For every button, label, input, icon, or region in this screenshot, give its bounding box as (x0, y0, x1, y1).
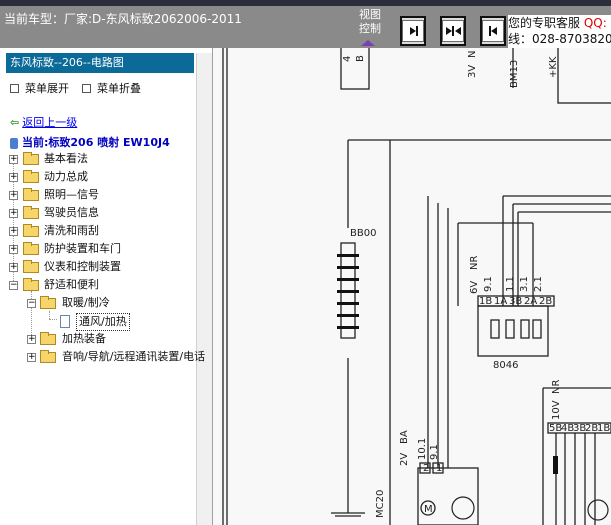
pin-label: 2B (539, 296, 552, 307)
label-ba: BA (399, 430, 410, 444)
pin-label: 3.1 (519, 276, 530, 292)
folder-icon (23, 170, 39, 183)
arrow-left-icon (482, 20, 504, 42)
pin-label: 9.1 (483, 276, 494, 292)
label-mc20: MC20 (375, 490, 386, 518)
menu-icon (82, 83, 91, 93)
service-phone: 线：028-87038200 (508, 32, 611, 46)
expand-icon: + (27, 334, 36, 344)
label-bm13: BM13 (509, 60, 520, 88)
folder-icon (40, 332, 56, 345)
collapse-icon: − (9, 280, 18, 290)
label-8046: 8046 (493, 360, 518, 371)
expand-icon: + (9, 154, 18, 164)
label-kk: +KK (548, 56, 559, 78)
label-6v: 6V (469, 281, 480, 294)
wiring-diagram: 4 B 3V N BM13 +KK BB00 6V NR 9.1 1.1 3.1… (222, 48, 611, 525)
pin-label: 2A (524, 296, 537, 307)
customer-service-info: 您的专职客服 QQ: 线：028-87038200 (508, 15, 611, 48)
open-folder-icon (40, 296, 56, 309)
window-top-strip (0, 0, 611, 6)
sidebar: 东风标致--206--电路图 菜单展开 菜单折叠 ⇦ 返回上一级 当前:标致206… (0, 48, 213, 525)
arrows-inward-icon (442, 20, 464, 42)
expand-icon: + (9, 190, 18, 200)
top-toolbar: 当前车型：厂家:D-东风标致2062006-2011 视图 控制 您的专职客服 … (0, 0, 611, 48)
pin-label: 1A (494, 296, 507, 307)
label-nr2: NR (551, 380, 562, 394)
previous-page-button[interactable] (480, 16, 506, 46)
folder-icon (23, 242, 39, 255)
label-10v: 10V (551, 400, 562, 420)
expand-icon: + (9, 226, 18, 236)
view-control-label: 视图 控制 (359, 8, 381, 35)
folder-icon (23, 206, 39, 219)
resistor-icon (553, 456, 558, 474)
arrow-right-icon (402, 20, 424, 42)
label-nr: NR (469, 256, 480, 270)
folder-icon (23, 260, 39, 273)
expand-icon: + (27, 352, 36, 362)
label-9-1: 9.1 (429, 444, 440, 460)
view-control-indicator-icon (361, 40, 375, 46)
pin-label: 1B (597, 423, 610, 434)
label-bb00: BB00 (350, 228, 376, 239)
label-n: N (467, 51, 478, 58)
vehicle-title: 当前车型：厂家:D-东风标致2062006-2011 (4, 12, 242, 26)
menu-icon (10, 83, 19, 93)
label-3v: 3V (467, 65, 478, 78)
fit-page-button[interactable] (440, 16, 466, 46)
expand-icon: + (9, 172, 18, 182)
label-2v: 2V (399, 453, 410, 466)
expand-all-button[interactable]: 菜单展开 (10, 80, 69, 96)
expand-icon: + (9, 208, 18, 218)
document-icon (60, 315, 70, 328)
next-page-button[interactable] (400, 16, 426, 46)
pin-label: 1.1 (505, 276, 516, 292)
database-icon (10, 137, 18, 149)
pin-label: 1 (436, 463, 442, 474)
expand-icon: + (9, 244, 18, 254)
motor-label: M (424, 504, 433, 515)
folder-icon (23, 224, 39, 237)
open-folder-icon (23, 278, 39, 291)
collapse-icon: − (27, 298, 36, 308)
service-qq: 您的专职客服 QQ: (508, 16, 607, 30)
wiring-diagram-viewer[interactable]: 4 B 3V N BM13 +KK BB00 6V NR 9.1 1.1 3.1… (213, 48, 611, 525)
back-link[interactable]: ⇦ 返回上一级 (10, 114, 77, 130)
sidebar-scrollbar[interactable] (196, 53, 212, 525)
fan-icon (587, 499, 609, 521)
sidebar-header: 东风标致--206--电路图 (6, 53, 194, 73)
pin-label: 2.1 (533, 276, 544, 292)
fuse-bb00 (337, 242, 359, 339)
label-10-1: 10.1 (417, 438, 428, 460)
folder-icon (23, 152, 39, 165)
folder-icon (40, 350, 56, 363)
pin-label: 1B (479, 296, 492, 307)
pin-label: 2 (423, 463, 429, 474)
collapse-all-button[interactable]: 菜单折叠 (82, 80, 141, 96)
label-top-b: B (355, 55, 366, 62)
label-top-a: 4 (342, 56, 353, 62)
pin-label: 3B (509, 296, 522, 307)
fan-icon (451, 496, 475, 520)
back-arrow-icon: ⇦ (10, 116, 20, 129)
current-model: 当前:标致206 喷射 EW10J4 (10, 134, 170, 150)
folder-icon (23, 188, 39, 201)
expand-icon: + (9, 262, 18, 272)
